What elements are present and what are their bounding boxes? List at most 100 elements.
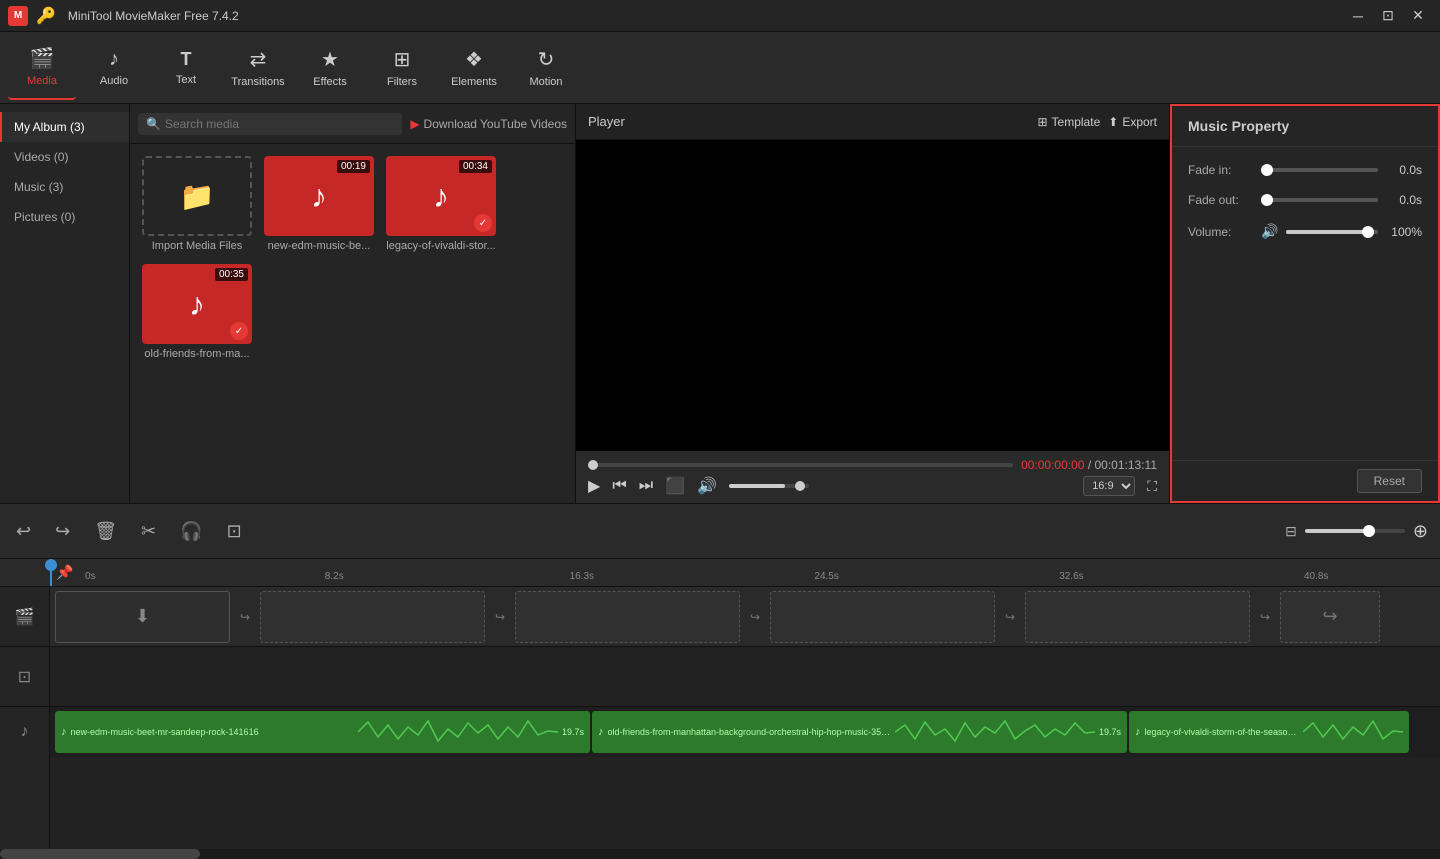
download-youtube-button[interactable]: ▶ Download YouTube Videos xyxy=(410,117,567,131)
toolbar-filters[interactable]: ⊞ Filters xyxy=(368,36,436,100)
aspect-ratio-select[interactable]: 16:9 xyxy=(1083,476,1135,496)
import-media-item[interactable]: 📁 Import Media Files xyxy=(142,156,252,252)
video-clip-empty-1[interactable] xyxy=(260,591,485,643)
track-area: 🎬 ⊡ ♪ ⬇ ↪ xyxy=(0,587,1440,849)
close-button[interactable]: ✕ xyxy=(1404,2,1432,30)
volume-prop-slider[interactable] xyxy=(1286,230,1378,234)
audio-clip-2-duration: 19.7s xyxy=(1099,727,1121,737)
template-button[interactable]: ⊞ Template xyxy=(1037,115,1100,129)
sidebar-item-videos[interactable]: Videos (0) xyxy=(0,142,129,172)
zoom-bar-fill xyxy=(1305,529,1365,533)
volume-label: Volume: xyxy=(1188,225,1253,239)
audio-clip-1[interactable]: ♪ new-edm-music-beet-mr-sandeep-rock-141… xyxy=(55,711,590,753)
progress-bar[interactable] xyxy=(588,463,1013,467)
video-clip-empty-5[interactable]: ↪ xyxy=(1280,591,1380,643)
volume-thumb xyxy=(795,481,805,491)
audio-icon: ♪ xyxy=(109,48,119,71)
stop-button[interactable]: ⬛ xyxy=(665,476,685,496)
progress-thumb xyxy=(588,460,598,470)
audio-clip-1-note-icon: ♪ xyxy=(61,726,67,738)
control-buttons: ▶ ⏮ ⏭ ⬛ 🔊 16:9 ⛶ xyxy=(588,476,1157,496)
next-button[interactable]: ⏭ xyxy=(639,477,653,495)
time-current: 00:00:00:00 xyxy=(1021,458,1084,472)
video-clip-empty-4[interactable] xyxy=(1025,591,1250,643)
volume-slider-container: 🔊 100% xyxy=(1261,223,1422,240)
transition-3[interactable]: ↪ xyxy=(740,591,770,643)
motion-icon: ↻ xyxy=(538,47,555,72)
audio-clip-3[interactable]: ♪ legacy-of-vivaldi-storm-of-the-seasons… xyxy=(1129,711,1409,753)
video-clip-main[interactable]: ⬇ xyxy=(55,591,230,643)
volume-slider[interactable] xyxy=(729,484,809,488)
timeline-scrollbar[interactable] xyxy=(0,849,1440,859)
fade-out-value: 0.0s xyxy=(1386,193,1422,207)
transition-4[interactable]: ↪ xyxy=(995,591,1025,643)
toolbar-elements[interactable]: ❖ Elements xyxy=(440,36,508,100)
transition-icon: ⊡ xyxy=(18,667,31,687)
search-input[interactable] xyxy=(165,117,394,131)
scrollbar-thumb xyxy=(0,849,200,859)
music2-duration: 00:34 xyxy=(459,160,492,173)
fade-out-slider-container: 0.0s xyxy=(1261,193,1422,207)
sidebar-item-music[interactable]: Music (3) xyxy=(0,172,129,202)
import-label: Import Media Files xyxy=(152,240,242,252)
export-button[interactable]: ⬆ Export xyxy=(1108,115,1157,129)
properties-panel: Music Property Fade in: 0.0s Fade out: xyxy=(1170,104,1440,503)
fade-out-slider[interactable] xyxy=(1261,198,1378,202)
sidebar-item-pictures[interactable]: Pictures (0) xyxy=(0,202,129,232)
media-item-music2[interactable]: ♪ 00:34 ✓ legacy-of-vivaldi-stor... xyxy=(386,156,496,252)
transitions-label: Transitions xyxy=(231,76,284,88)
time-total: 00:01:13:11 xyxy=(1094,458,1157,472)
audio-clip-2-note-icon: ♪ xyxy=(598,726,604,738)
media-item-music1[interactable]: ♪ 00:19 new-edm-music-be... xyxy=(264,156,374,252)
music3-check: ✓ xyxy=(230,322,248,340)
transition-2[interactable]: ↪ xyxy=(485,591,515,643)
template-label: Template xyxy=(1052,115,1101,129)
music2-label: legacy-of-vivaldi-stor... xyxy=(386,240,495,252)
toolbar-motion[interactable]: ↻ Motion xyxy=(512,36,580,100)
play-button[interactable]: ▶ xyxy=(588,476,600,496)
toolbar-media[interactable]: 🎬 Media xyxy=(8,36,76,100)
volume-button[interactable]: 🔊 xyxy=(697,476,717,496)
zoom-add-icon[interactable]: ⊕ xyxy=(1413,521,1428,542)
zoom-controls: ⊟ ⊕ xyxy=(1285,521,1428,542)
zoom-bar-thumb xyxy=(1363,525,1375,537)
import-thumb: 📁 xyxy=(142,156,252,236)
redo-button[interactable]: ↪ xyxy=(51,517,74,546)
cut-button[interactable]: ✂ xyxy=(137,517,160,546)
video-clip-empty-2[interactable] xyxy=(515,591,740,643)
sidebar-item-my-album[interactable]: My Album (3) xyxy=(0,112,129,142)
clip-download-icon: ⬇ xyxy=(135,606,150,627)
media-item-music3[interactable]: ♪ 00:35 ✓ old-friends-from-ma... xyxy=(142,264,252,360)
undo-button[interactable]: ↩ xyxy=(12,517,35,546)
bottom-toolbar: ↩ ↪ 🗑 ✂ 🎧 ⊡ ⊟ ⊕ xyxy=(0,503,1440,559)
audio-clip-2[interactable]: ♪ old-friends-from-manhattan-background-… xyxy=(592,711,1127,753)
crop-button[interactable]: ⊡ xyxy=(223,517,246,546)
music1-icon: ♪ xyxy=(311,178,327,215)
audio-waveform-1 xyxy=(358,717,558,747)
search-box[interactable]: 🔍 xyxy=(138,113,402,135)
fullscreen-button[interactable]: ⛶ xyxy=(1147,478,1157,495)
toolbar-effects[interactable]: ★ Effects xyxy=(296,36,364,100)
prev-button[interactable]: ⏮ xyxy=(612,477,626,495)
folder-icon: 📁 xyxy=(180,180,215,213)
restore-button[interactable]: ⊡ xyxy=(1374,2,1402,30)
fade-in-slider[interactable] xyxy=(1261,168,1378,172)
text-label: Text xyxy=(176,74,196,86)
effects-label: Effects xyxy=(313,76,346,88)
transition-1[interactable]: ↪ xyxy=(230,591,260,643)
music2-check: ✓ xyxy=(474,214,492,232)
zoom-bar[interactable] xyxy=(1305,529,1405,533)
video-clip-empty-3[interactable] xyxy=(770,591,995,643)
toolbar-text[interactable]: T Text xyxy=(152,36,220,100)
transition-5[interactable]: ↪ xyxy=(1250,591,1280,643)
toolbar-audio[interactable]: ♪ Audio xyxy=(80,36,148,100)
minimize-button[interactable]: ─ xyxy=(1344,2,1372,30)
delete-button[interactable]: 🗑 xyxy=(90,517,121,546)
reset-button[interactable]: Reset xyxy=(1357,469,1422,493)
player-controls: 00:00:00:00 / 00:01:13:11 ▶ ⏮ ⏭ ⬛ 🔊 xyxy=(576,451,1169,503)
properties-header: Music Property xyxy=(1172,106,1438,147)
volume-fill xyxy=(729,484,785,488)
toolbar-transitions[interactable]: ⇄ Transitions xyxy=(224,36,292,100)
export-label: Export xyxy=(1122,115,1157,129)
detach-audio-button[interactable]: 🎧 xyxy=(176,517,206,546)
